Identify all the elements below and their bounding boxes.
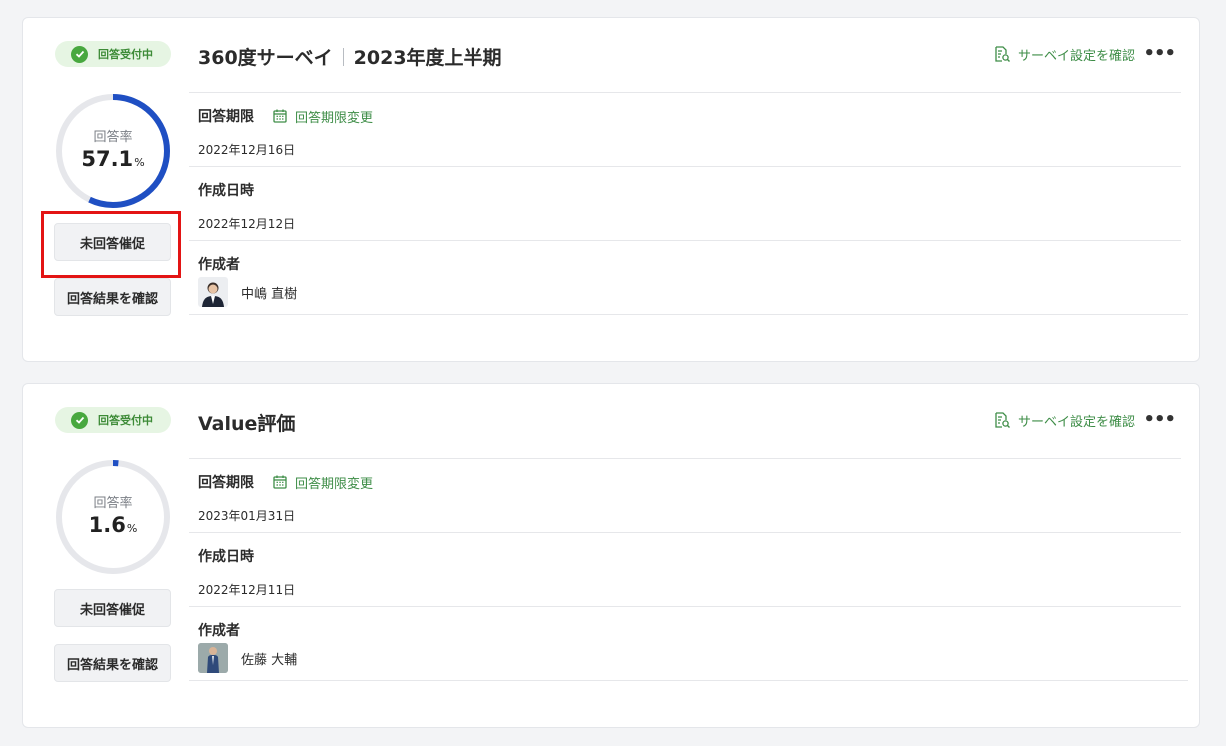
view-results-button[interactable]: 回答結果を確認 (54, 278, 171, 316)
author: 佐藤 大輔 (198, 643, 297, 673)
survey-settings-link[interactable]: サーベイ設定を確認 (994, 411, 1135, 430)
change-deadline-link[interactable]: 回答期限変更 (273, 107, 373, 126)
response-rate-value: 57.1% (81, 146, 145, 171)
check-circle-icon (71, 45, 88, 63)
survey-title: 360度サーベイ 2023年度上半期 (198, 47, 502, 69)
document-search-icon (995, 46, 1010, 62)
calendar-icon (273, 109, 287, 123)
avatar (198, 277, 228, 307)
author-label: 作成者 (198, 257, 240, 273)
created-section: 作成日時 2022年12月11日 (189, 532, 1181, 597)
created-label: 作成日時 (198, 183, 254, 199)
created-value: 2022年12月11日 (198, 583, 296, 597)
response-rate-label: 回答率 (93, 129, 133, 145)
author: 中嶋 直樹 (198, 277, 297, 307)
survey-title: Value評価 (198, 413, 296, 435)
status-badge: 回答受付中 (55, 407, 171, 433)
response-rate-text: 回答率 1.6% (53, 457, 173, 577)
status-label: 回答受付中 (98, 414, 153, 427)
document-search-icon (995, 412, 1010, 428)
status-label: 回答受付中 (98, 48, 153, 61)
divider (189, 314, 1188, 315)
deadline-section: 回答期限 回答期限変更 2023年01月31日 (189, 458, 1181, 523)
deadline-label: 回答期限 (198, 475, 254, 491)
remind-unanswered-button[interactable]: 未回答催促 (54, 223, 171, 261)
deadline-label: 回答期限 (198, 109, 254, 125)
calendar-icon (273, 475, 287, 489)
deadline-section: 回答期限 回答期限変更 2022年12月16日 (189, 92, 1181, 157)
author-section: 作成者 中嶋 直樹 (189, 240, 1181, 307)
response-rate-label: 回答率 (93, 495, 133, 511)
author-section: 作成者 佐藤 大輔 (189, 606, 1181, 673)
change-deadline-link[interactable]: 回答期限変更 (273, 473, 373, 492)
survey-card: 回答受付中 回答率 57.1% 未回答催促 回答結果を確認 360度サーベイ 20… (22, 17, 1200, 362)
created-label: 作成日時 (198, 549, 254, 565)
avatar (198, 643, 228, 673)
created-value: 2022年12月12日 (198, 217, 296, 231)
survey-card: 回答受付中 回答率 1.6% 未回答催促 回答結果を確認 Value評価 サーベ… (22, 383, 1200, 728)
title-divider (342, 48, 344, 66)
view-results-button[interactable]: 回答結果を確認 (54, 644, 171, 682)
author-label: 作成者 (198, 623, 240, 639)
response-rate-text: 回答率 57.1% (53, 91, 173, 211)
remind-unanswered-button[interactable]: 未回答催促 (54, 589, 171, 627)
response-rate-value: 1.6% (88, 512, 138, 537)
created-section: 作成日時 2022年12月12日 (189, 166, 1181, 231)
author-name: 中嶋 直樹 (241, 286, 298, 302)
deadline-value: 2023年01月31日 (198, 509, 296, 523)
more-options-button[interactable]: ••• (1143, 43, 1176, 64)
deadline-value: 2022年12月16日 (198, 143, 296, 157)
check-circle-icon (71, 411, 88, 429)
author-name: 佐藤 大輔 (241, 652, 298, 668)
more-options-button[interactable]: ••• (1143, 409, 1176, 430)
survey-settings-link[interactable]: サーベイ設定を確認 (994, 45, 1135, 64)
status-badge: 回答受付中 (55, 41, 171, 67)
divider (189, 680, 1188, 681)
